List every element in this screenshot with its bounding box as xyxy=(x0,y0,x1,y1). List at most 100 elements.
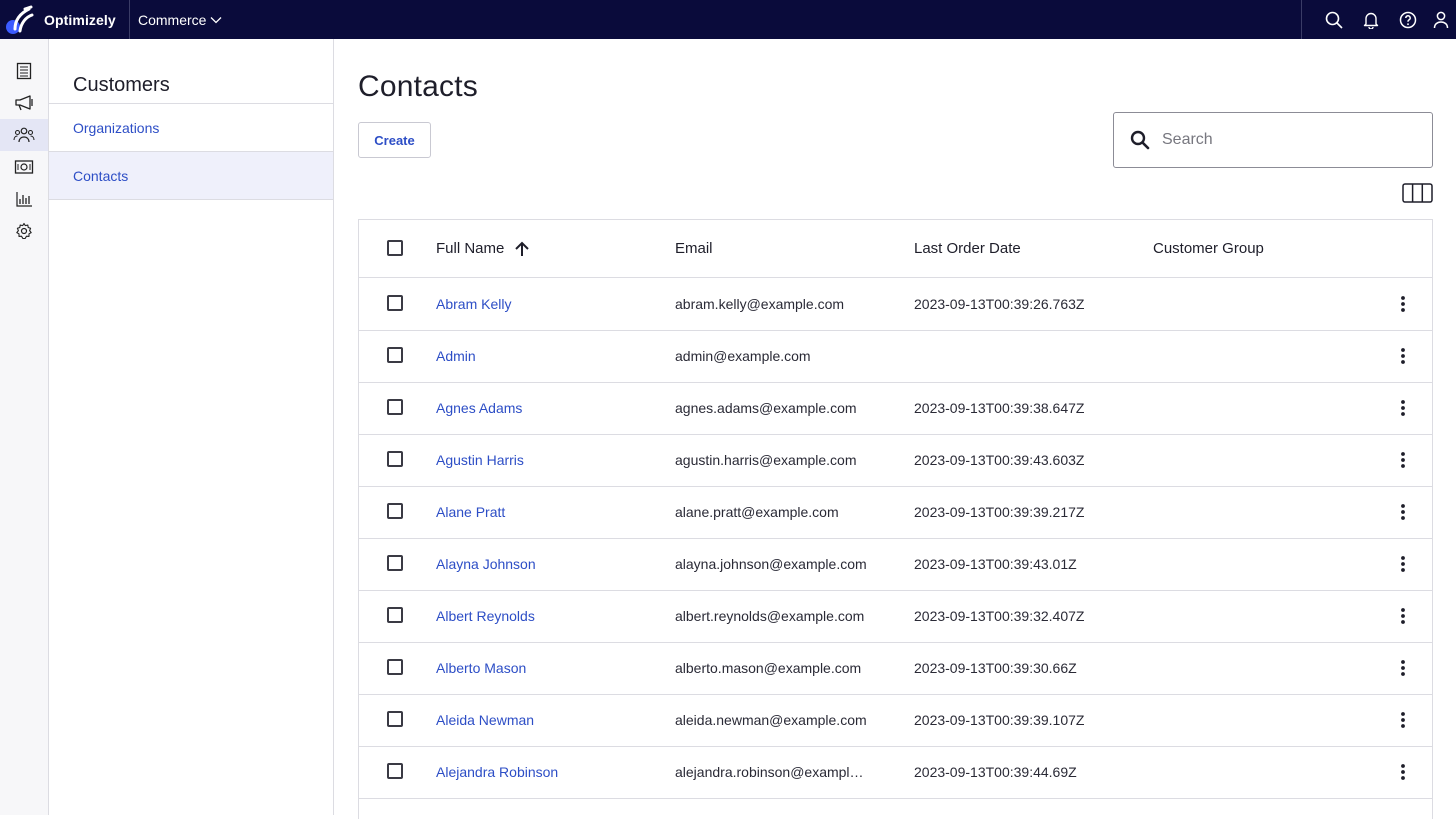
more-options-icon xyxy=(1401,348,1405,364)
contact-customer-group xyxy=(1153,278,1373,330)
search-icon xyxy=(1325,11,1343,29)
contact-last-order-date: 2023-09-13T00:39:43.603Z xyxy=(914,452,1085,468)
more-options-icon xyxy=(1401,660,1405,676)
contact-customer-group xyxy=(1153,590,1373,642)
contact-name-link[interactable]: Albert Reynolds xyxy=(436,590,666,642)
header-actions xyxy=(1315,0,1456,39)
contact-customer-group xyxy=(1153,434,1373,486)
column-header-customer-group[interactable]: Customer Group xyxy=(1153,220,1264,277)
rail-item-orders[interactable] xyxy=(0,151,48,183)
row-checkbox[interactable] xyxy=(387,295,403,311)
table-row: Alane Pratt alane.pratt@example.com 2023-0… xyxy=(359,486,1432,539)
subnav-item-organizations[interactable]: Organizations xyxy=(49,104,333,152)
left-rail xyxy=(0,39,49,815)
row-checkbox[interactable] xyxy=(387,659,403,675)
table-row: Abram Kelly abram.kelly@example.com 2023-0… xyxy=(359,278,1432,331)
contact-email: abram.kelly@example.com xyxy=(675,296,845,312)
contact-name-link[interactable]: Alberto Mason xyxy=(436,642,666,694)
contact-last-order-date xyxy=(914,330,1144,382)
row-checkbox[interactable] xyxy=(387,451,403,467)
product-switcher[interactable]: Commerce xyxy=(138,0,222,39)
row-actions-button[interactable] xyxy=(1391,760,1415,784)
contact-email: admin@example.com xyxy=(675,348,811,364)
contact-last-order-date: 2023-09-13T00:39:30.66Z xyxy=(914,660,1077,676)
contact-last-order-date: 2023-09-13T00:39:39.107Z xyxy=(914,712,1085,728)
optimizely-logo[interactable]: Optimizely xyxy=(0,0,130,39)
rail-item-reports[interactable] xyxy=(0,183,48,215)
column-settings-button[interactable] xyxy=(1402,183,1433,203)
subnav-title: Customers xyxy=(73,74,170,96)
select-all-checkbox[interactable] xyxy=(387,240,403,256)
marketing-megaphone-icon xyxy=(15,95,33,111)
contact-name-link[interactable]: Alayna Johnson xyxy=(436,538,666,590)
contact-customer-group xyxy=(1153,642,1373,694)
row-actions-button[interactable] xyxy=(1391,344,1415,368)
search-icon xyxy=(1130,130,1150,150)
contact-last-order-date: 2023-09-13T00:39:32.407Z xyxy=(914,608,1085,624)
create-button[interactable]: Create xyxy=(358,122,431,158)
product-name: Commerce xyxy=(138,11,207,28)
more-options-icon xyxy=(1401,400,1405,416)
contacts-table: Full Name Email Last Order Date Customer… xyxy=(358,219,1433,819)
subnav-item-contacts[interactable]: Contacts xyxy=(49,152,333,200)
top-bar: Optimizely Commerce xyxy=(0,0,1456,39)
rail-item-catalog[interactable] xyxy=(0,55,48,87)
sort-ascending-icon[interactable] xyxy=(513,240,531,258)
search-box[interactable] xyxy=(1113,112,1433,168)
help-icon xyxy=(1399,11,1416,28)
table-row: Alayna Johnson alayna.johnson@example.com… xyxy=(359,538,1432,591)
settings-gear-icon xyxy=(16,222,32,240)
row-actions-button[interactable] xyxy=(1391,604,1415,628)
row-actions-button[interactable] xyxy=(1391,500,1415,524)
row-checkbox[interactable] xyxy=(387,555,403,571)
more-options-icon xyxy=(1401,504,1405,520)
row-actions-button[interactable] xyxy=(1391,396,1415,420)
contact-email: alberto.mason@example.com xyxy=(675,660,862,676)
contact-customer-group xyxy=(1153,486,1373,538)
contact-name-link[interactable]: Admin xyxy=(436,330,666,382)
row-actions-button[interactable] xyxy=(1391,552,1415,576)
row-actions-button[interactable] xyxy=(1391,708,1415,732)
column-header-full-name[interactable]: Full Name xyxy=(436,220,531,277)
columns-icon xyxy=(1402,183,1433,203)
contact-name-link[interactable]: Agnes Adams xyxy=(436,382,666,434)
reports-chart-icon xyxy=(16,192,32,207)
contact-last-order-date: 2023-09-13T00:39:39.217Z xyxy=(914,504,1085,520)
row-checkbox[interactable] xyxy=(387,399,403,415)
rail-item-marketing[interactable] xyxy=(0,87,48,119)
column-header-last-order-date[interactable]: Last Order Date xyxy=(914,220,1021,277)
table-row: Agnes Adams agnes.adams@example.com 2023-0… xyxy=(359,382,1432,435)
search-input[interactable] xyxy=(1160,130,1414,150)
search-button[interactable] xyxy=(1315,0,1352,39)
contact-email: alejandra.robinson@exampl… xyxy=(675,764,864,780)
contact-name-link[interactable]: Aleida Newman xyxy=(436,694,666,746)
contact-last-order-date: 2023-09-13T00:39:44.69Z xyxy=(914,764,1077,780)
row-checkbox[interactable] xyxy=(387,347,403,363)
contact-customer-group xyxy=(1153,382,1373,434)
chevron-down-icon xyxy=(211,16,222,23)
row-actions-button[interactable] xyxy=(1391,292,1415,316)
help-button[interactable] xyxy=(1389,0,1426,39)
notifications-button[interactable] xyxy=(1352,0,1389,39)
rail-item-settings[interactable] xyxy=(0,215,48,247)
rail-item-customers[interactable] xyxy=(0,119,48,151)
user-button[interactable] xyxy=(1426,0,1456,39)
table-row: Aleida Newman aleida.newman@example.com 20… xyxy=(359,694,1432,747)
row-checkbox[interactable] xyxy=(387,763,403,779)
contact-last-order-date: 2023-09-13T00:39:43.01Z xyxy=(914,556,1077,572)
contact-name-link[interactable]: Abram Kelly xyxy=(436,278,666,330)
contact-name-link[interactable]: Alane Pratt xyxy=(436,486,666,538)
contact-name-link[interactable]: Alejandra Robinson xyxy=(436,746,666,798)
column-header-email[interactable]: Email xyxy=(675,220,713,277)
header-divider xyxy=(129,0,130,39)
contact-customer-group xyxy=(1153,538,1373,590)
row-checkbox[interactable] xyxy=(387,503,403,519)
row-checkbox[interactable] xyxy=(387,711,403,727)
table-row: Alberto Mason alberto.mason@example.com 20… xyxy=(359,642,1432,695)
contact-email: aleida.newman@example.com xyxy=(675,712,867,728)
contact-last-order-date: 2023-09-13T00:39:38.647Z xyxy=(914,400,1085,416)
row-checkbox[interactable] xyxy=(387,607,403,623)
contact-name-link[interactable]: Agustin Harris xyxy=(436,434,666,486)
row-actions-button[interactable] xyxy=(1391,448,1415,472)
row-actions-button[interactable] xyxy=(1391,656,1415,680)
